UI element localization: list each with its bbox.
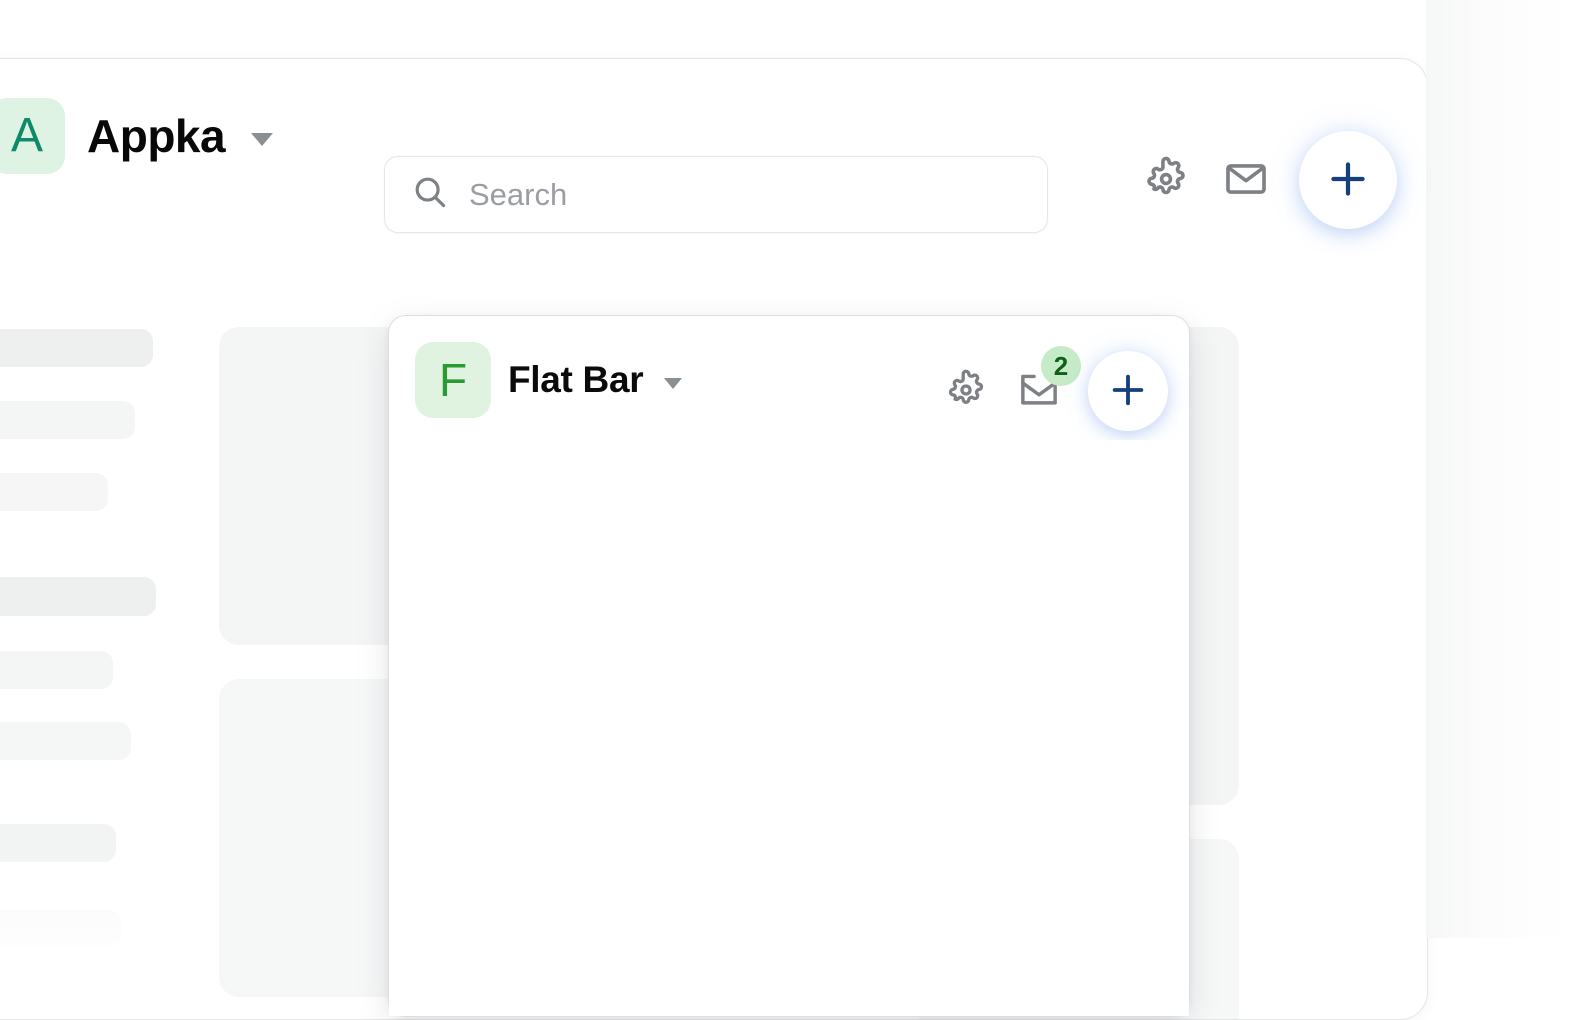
workspace-avatar: A [0,98,65,174]
panel-switcher[interactable]: F Flat Bar [415,342,682,418]
gear-icon [1143,156,1189,205]
workspace-name: Appka [87,109,225,163]
mail-icon [1223,156,1269,205]
header-actions [1143,135,1393,225]
gear-icon [945,369,987,414]
sidebar-skeleton-item [0,651,113,689]
unread-count-badge: 2 [1041,346,1081,386]
window-edge-fade [1426,0,1572,938]
plus-icon [1325,156,1371,205]
search-bar[interactable]: Search [384,156,1048,233]
screen-root: A Appka Search [0,0,1572,938]
panel-add-button[interactable] [1091,354,1165,428]
panel-settings-button[interactable] [945,369,987,414]
panel-body [389,440,1189,1016]
sidebar-skeleton-item [0,577,156,616]
plus-icon [1107,369,1149,414]
panel-actions: 2 [945,354,1165,428]
sidebar-skeleton-item [0,722,131,760]
sidebar-skeleton-item [0,401,135,439]
panel-inbox-button[interactable]: 2 [1017,368,1061,415]
mail-button[interactable] [1223,156,1269,205]
search-input[interactable]: Search [469,177,567,213]
sidebar [0,259,219,1019]
chevron-down-icon[interactable] [251,133,273,146]
chevron-down-icon[interactable] [664,378,682,389]
panel-title: Flat Bar [508,359,643,401]
add-button[interactable] [1303,135,1393,225]
panel-header: F Flat Bar [389,316,1189,440]
sidebar-skeleton-item [0,824,116,862]
search-icon [411,173,449,216]
workspace-switcher[interactable]: A Appka [0,98,273,174]
floating-panel: F Flat Bar [388,315,1190,1017]
sidebar-skeleton-item [0,329,153,367]
app-header: A Appka Search [0,59,1427,213]
sidebar-skeleton-item [0,473,108,511]
panel-avatar: F [415,342,491,418]
settings-button[interactable] [1143,156,1189,205]
sidebar-skeleton-item [0,910,121,948]
